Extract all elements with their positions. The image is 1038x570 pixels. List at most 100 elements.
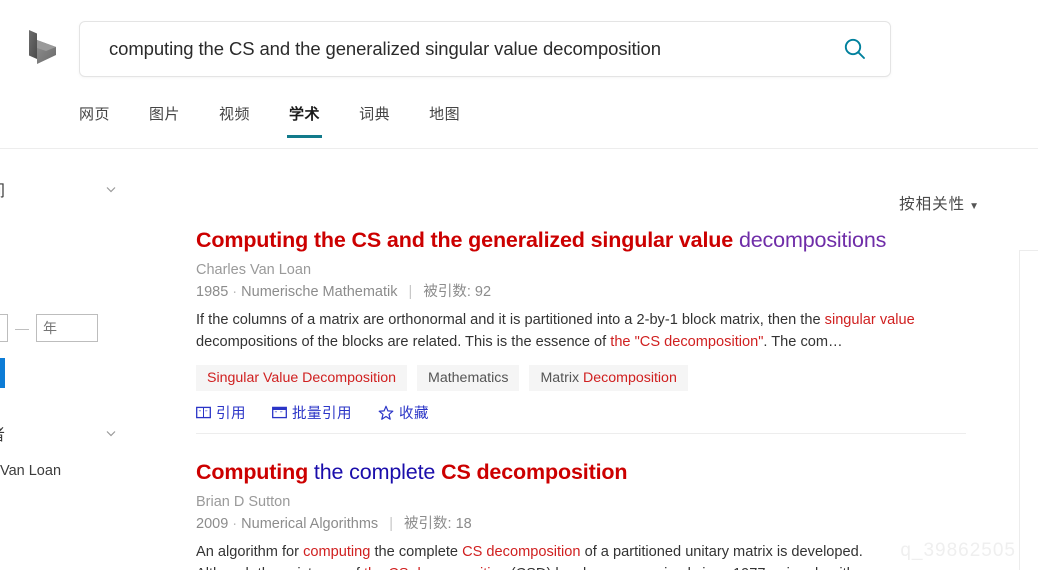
- result-actions: ” ” 引用 ” ” 批量引用 收藏: [196, 402, 966, 423]
- year-from-input[interactable]: [0, 314, 8, 342]
- cited-label: 被引数:: [423, 284, 471, 300]
- result-venue[interactable]: Numerische Mathematik: [241, 284, 397, 300]
- snippet-part: decompositions of the blocks are related…: [196, 333, 611, 350]
- result-year: 1985: [196, 284, 229, 300]
- facet-time: 时间 2018 2009 1985 — 确认: [0, 170, 128, 388]
- year-to-input[interactable]: [36, 314, 98, 342]
- facet-item-year[interactable]: 1985: [0, 272, 128, 302]
- right-panel-edge: [1019, 250, 1020, 570]
- snippet-highlight: the CS decomposition: [364, 566, 507, 570]
- facet-item-author[interactable]: Charles Van Loan: [0, 456, 128, 486]
- result-title-part: decompositions: [738, 228, 887, 252]
- tag-text: Mathematics: [428, 370, 509, 386]
- results-list: Computing the CS and the generalized sin…: [196, 226, 966, 570]
- batch-cite-button[interactable]: ” ” 批量引用: [272, 402, 352, 423]
- snippet-highlight: singular value: [824, 312, 915, 328]
- batch-quote-icon: ” ”: [272, 405, 292, 420]
- favorite-button[interactable]: 收藏: [378, 402, 429, 423]
- facet-time-title: 时间: [0, 177, 104, 201]
- facet-author-header[interactable]: 作者: [0, 414, 128, 452]
- facet-time-list: 2018 2009 1985: [0, 208, 128, 302]
- header-divider: [0, 148, 1038, 149]
- facet-item-year[interactable]: 2018: [0, 212, 128, 242]
- tag-text: Decomposition: [583, 370, 677, 386]
- nav-tabs: 网页 图片 视频 学术 词典 地图: [79, 99, 499, 138]
- quote-box-icon: ” ”: [196, 405, 216, 420]
- cite-button[interactable]: ” ” 引用: [196, 402, 246, 423]
- svg-text:”: ”: [275, 411, 278, 418]
- bing-logo-icon[interactable]: [26, 28, 64, 70]
- snippet-part: of a partitioned unitary matrix is devel…: [580, 544, 863, 560]
- chevron-down-icon[interactable]: [104, 426, 118, 440]
- result-title[interactable]: Computing the complete CS decomposition: [196, 458, 966, 486]
- svg-text:”: ”: [280, 411, 283, 418]
- tag-chip[interactable]: Mathematics: [417, 365, 520, 391]
- result-venue[interactable]: Numerical Algorithms: [241, 516, 378, 532]
- facet-time-header[interactable]: 时间: [0, 170, 128, 208]
- tag-chip[interactable]: Singular Value Decomposition: [196, 365, 408, 391]
- result-title-part: CS decomposition: [441, 460, 628, 484]
- result-meta: 1985 · Numerische Mathematik | 被引数: 92: [196, 284, 492, 300]
- chevron-down-icon[interactable]: [104, 182, 118, 196]
- snippet-part: An algorithm for: [196, 544, 304, 560]
- search-box[interactable]: [79, 21, 891, 77]
- facet-item-year[interactable]: 2009: [0, 242, 128, 272]
- tag-chip[interactable]: Matrix Decomposition: [529, 365, 688, 391]
- result-meta: 2009 · Numerical Algorithms | 被引数: 18: [196, 516, 472, 532]
- sort-label: 按相关性: [899, 196, 966, 213]
- tab-videos[interactable]: 视频: [219, 99, 250, 138]
- cited-count[interactable]: 92: [475, 284, 491, 300]
- snippet-part: . The com…: [763, 333, 843, 350]
- facet-author-list: Charles Van Loan: [0, 452, 128, 486]
- result-title[interactable]: Computing the CS and the generalized sin…: [196, 226, 966, 254]
- result-divider: [196, 433, 966, 434]
- result-title-part: Computing the CS and the generalized sin…: [196, 228, 734, 252]
- result-item: Computing the complete CS decomposition …: [196, 458, 966, 570]
- chevron-down-icon: ▼: [969, 201, 980, 212]
- result-title-part: the complete: [313, 460, 436, 484]
- result-tags: Singular Value Decomposition Mathematics…: [196, 365, 966, 391]
- star-icon: [378, 405, 399, 421]
- result-title-part: Computing: [196, 460, 309, 484]
- year-range-dash: —: [15, 320, 29, 336]
- snippet-highlight: computing: [303, 544, 371, 560]
- result-snippet: An algorithm for computing the complete …: [196, 542, 966, 570]
- confirm-button[interactable]: 确认: [0, 358, 5, 388]
- svg-text:”: ”: [205, 410, 208, 417]
- result-authors[interactable]: Brian D Sutton: [196, 492, 966, 513]
- search-button[interactable]: [820, 22, 890, 76]
- cited-count[interactable]: 18: [456, 516, 472, 532]
- snippet-highlight: CS decomposition: [462, 544, 581, 560]
- page-header: 网页 图片 视频 学术 词典 地图: [0, 0, 1038, 149]
- sort-dropdown[interactable]: 按相关性 ▼: [899, 192, 980, 214]
- result-authors[interactable]: Charles Van Loan: [196, 260, 966, 281]
- filter-sidebar: 时间 2018 2009 1985 — 确认: [0, 170, 128, 492]
- cited-label: 被引数:: [404, 516, 452, 532]
- search-input[interactable]: [107, 37, 812, 61]
- snippet-highlight: the "CS decomposition": [610, 333, 764, 350]
- tab-webpages[interactable]: 网页: [79, 99, 110, 138]
- right-panel-top-edge: [1019, 250, 1038, 251]
- facet-author-title: 作者: [0, 421, 104, 445]
- snippet-part: If the columns of a matrix are orthonorm…: [196, 312, 825, 328]
- tab-maps[interactable]: 地图: [429, 99, 460, 138]
- tab-dictionary[interactable]: 词典: [359, 99, 390, 138]
- bing-academic-search-page: 网页 图片 视频 学术 词典 地图 时间: [0, 0, 1038, 570]
- tab-images[interactable]: 图片: [149, 99, 180, 138]
- snippet-part: Although the existence of: [196, 566, 364, 570]
- batch-cite-label: 批量引用: [292, 406, 352, 422]
- result-snippet: If the columns of a matrix are orthonorm…: [196, 310, 966, 353]
- favorite-label: 收藏: [399, 406, 429, 422]
- meta-separator: |: [408, 284, 413, 300]
- snippet-part: the complete: [370, 544, 463, 560]
- cite-label: 引用: [216, 406, 246, 422]
- tab-academic[interactable]: 学术: [287, 99, 323, 138]
- result-year: 2009: [196, 516, 229, 532]
- svg-text:”: ”: [199, 410, 202, 417]
- result-item: Computing the CS and the generalized sin…: [196, 226, 966, 458]
- search-icon: [842, 36, 868, 62]
- snippet-part: (CSD) has been recognized since 1977, pr…: [507, 566, 874, 570]
- tag-text: Matrix: [540, 370, 583, 386]
- tag-text: Singular Value Decomposition: [207, 370, 397, 386]
- year-range-row: —: [0, 302, 128, 342]
